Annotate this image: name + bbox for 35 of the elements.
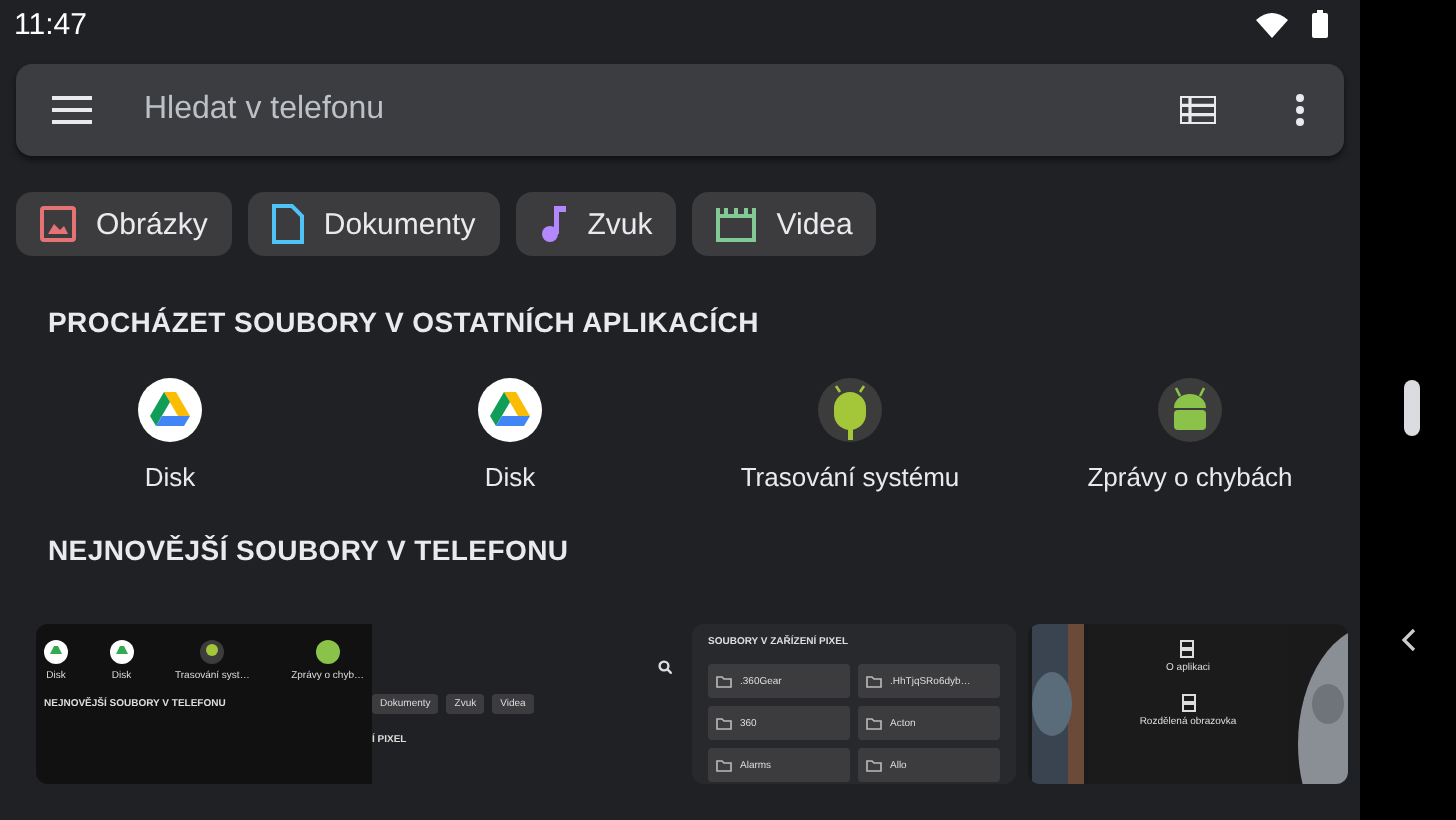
menu-icon[interactable] — [52, 96, 92, 124]
split-screen-icon — [1181, 694, 1195, 712]
more-icon[interactable] — [1296, 94, 1304, 126]
search-icon — [658, 660, 672, 674]
scrollbar-thumb[interactable] — [1404, 380, 1420, 436]
category-chip[interactable]: Videa — [692, 192, 877, 256]
app-shortcut[interactable]: Trasování systému — [680, 378, 1020, 492]
folder-icon — [716, 759, 732, 771]
folder-icon — [866, 759, 882, 771]
app-icon — [44, 640, 68, 664]
robot-icon — [818, 378, 882, 442]
folder-icon — [866, 717, 882, 729]
app-shortcut[interactable]: Disk — [0, 378, 340, 492]
search-field[interactable]: Hledat v telefonu — [140, 90, 1132, 130]
list-view-icon[interactable] — [1180, 96, 1216, 124]
category-chip[interactable]: Dokumenty — [247, 192, 500, 256]
android-icon — [1158, 378, 1222, 442]
back-icon[interactable] — [1400, 628, 1416, 652]
category-chip[interactable]: Obrázky — [16, 192, 232, 256]
search-bar[interactable]: Hledat v telefonu — [16, 64, 1344, 156]
split-screen-icon — [1180, 640, 1195, 658]
folder-icon — [716, 717, 732, 729]
wifi-icon — [1256, 11, 1288, 37]
app-icon — [315, 640, 340, 664]
app-icon — [200, 640, 225, 664]
folder-icon — [716, 675, 732, 687]
app-icon — [109, 640, 134, 664]
clock: 11:47 — [14, 7, 87, 41]
folder-icon — [866, 675, 882, 687]
battery-icon — [1312, 10, 1328, 38]
app-shortcut[interactable]: Zprávy o chybách — [1020, 378, 1360, 492]
category-chip[interactable]: Zvuk — [515, 192, 677, 256]
section-heading: NEJNOVĚJŠÍ SOUBORY V TELEFONU — [48, 534, 571, 566]
app-shortcut[interactable]: Disk — [340, 378, 680, 492]
section-heading: PROCHÁZET SOUBORY V OSTATNÍCH APLIKACÍCH — [48, 306, 761, 338]
